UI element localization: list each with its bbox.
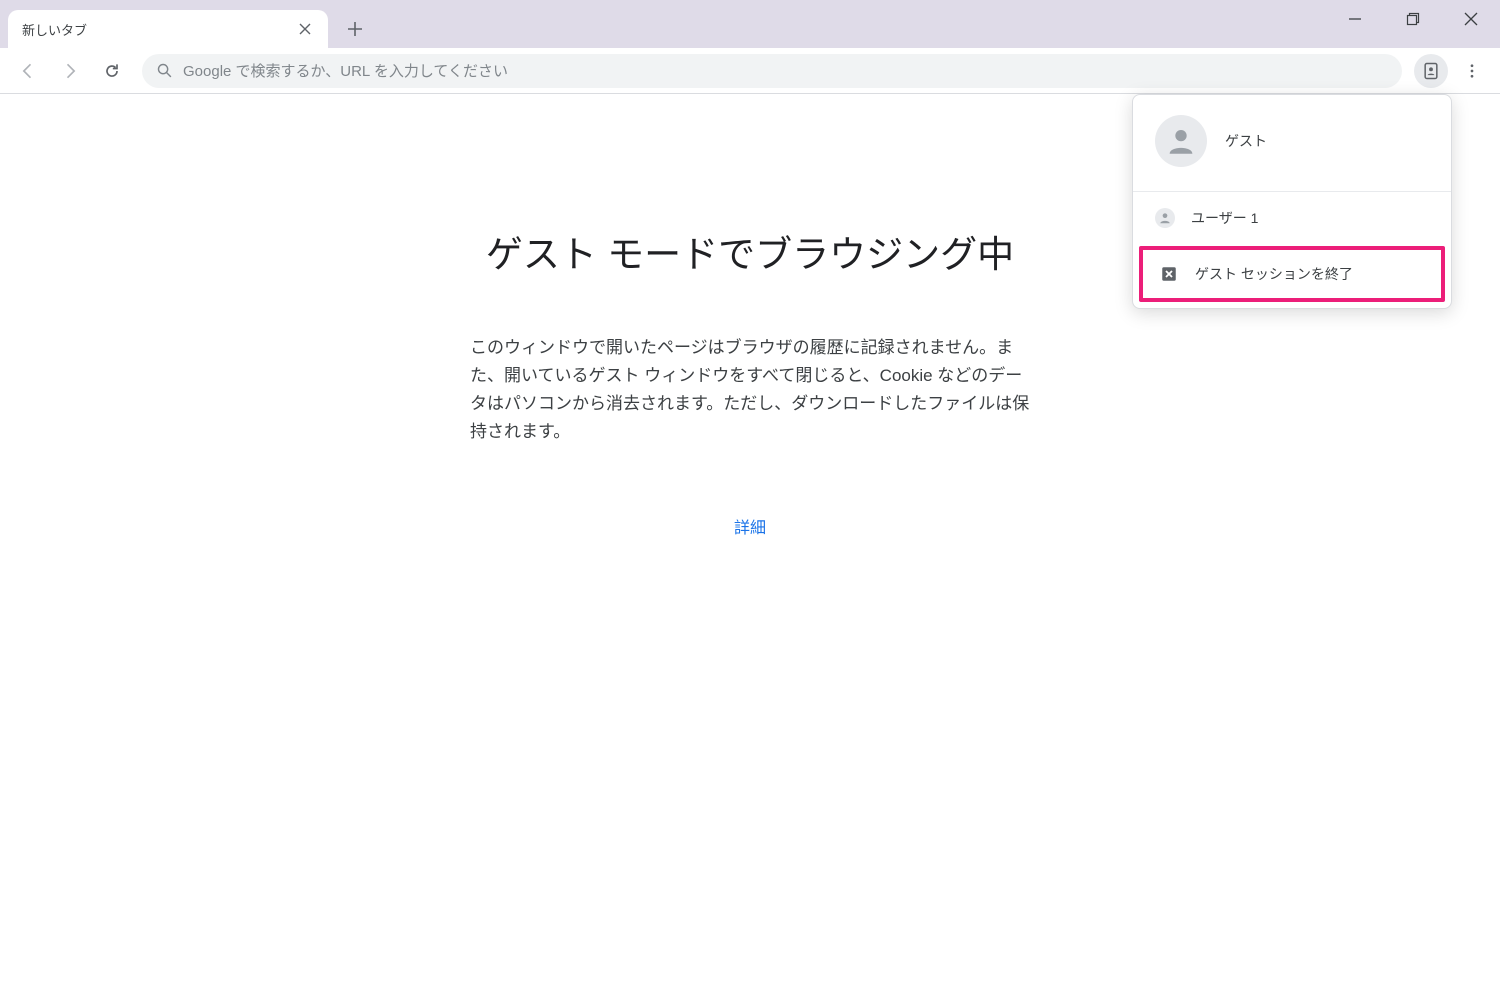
exit-icon	[1159, 264, 1179, 284]
profile-popup: ゲスト ユーザー 1 ゲスト セッションを終了	[1132, 94, 1452, 309]
window-controls	[1326, 0, 1500, 38]
learn-more-link[interactable]: 詳細	[734, 514, 766, 538]
back-button[interactable]	[10, 53, 46, 89]
chrome-menu-button[interactable]	[1454, 53, 1490, 89]
exit-guest-item[interactable]: ゲスト セッションを終了	[1143, 250, 1441, 298]
close-tab-icon[interactable]	[296, 20, 314, 38]
reload-button[interactable]	[94, 53, 130, 89]
profile-user-label: ユーザー 1	[1191, 208, 1258, 228]
page-description: このウィンドウで開いたページはブラウザの履歴に記録されません。また、開いているゲ…	[470, 334, 1030, 446]
search-icon	[156, 62, 173, 79]
maximize-button[interactable]	[1384, 0, 1442, 38]
toolbar: Google で検索するか、URL を入力してください	[0, 48, 1500, 94]
highlighted-item: ゲスト セッションを終了	[1139, 246, 1445, 302]
forward-button[interactable]	[52, 53, 88, 89]
profile-user-item[interactable]: ユーザー 1	[1133, 192, 1451, 244]
tab-title: 新しいタブ	[22, 20, 288, 39]
minimize-button[interactable]	[1326, 0, 1384, 38]
omnibox[interactable]: Google で検索するか、URL を入力してください	[142, 54, 1402, 88]
popup-header: ゲスト	[1133, 95, 1451, 191]
user-avatar-icon	[1155, 208, 1175, 228]
page-title: ゲスト モードでブラウジング中	[486, 224, 1014, 278]
guest-avatar-icon	[1155, 115, 1207, 167]
new-tab-button[interactable]	[340, 14, 370, 44]
profile-button[interactable]	[1414, 54, 1448, 88]
browser-tab[interactable]: 新しいタブ	[8, 10, 328, 48]
guest-label: ゲスト	[1225, 131, 1267, 151]
omnibox-placeholder: Google で検索するか、URL を入力してください	[183, 60, 1388, 81]
close-window-button[interactable]	[1442, 0, 1500, 38]
exit-guest-label: ゲスト セッションを終了	[1195, 264, 1353, 284]
titlebar: 新しいタブ	[0, 0, 1500, 48]
